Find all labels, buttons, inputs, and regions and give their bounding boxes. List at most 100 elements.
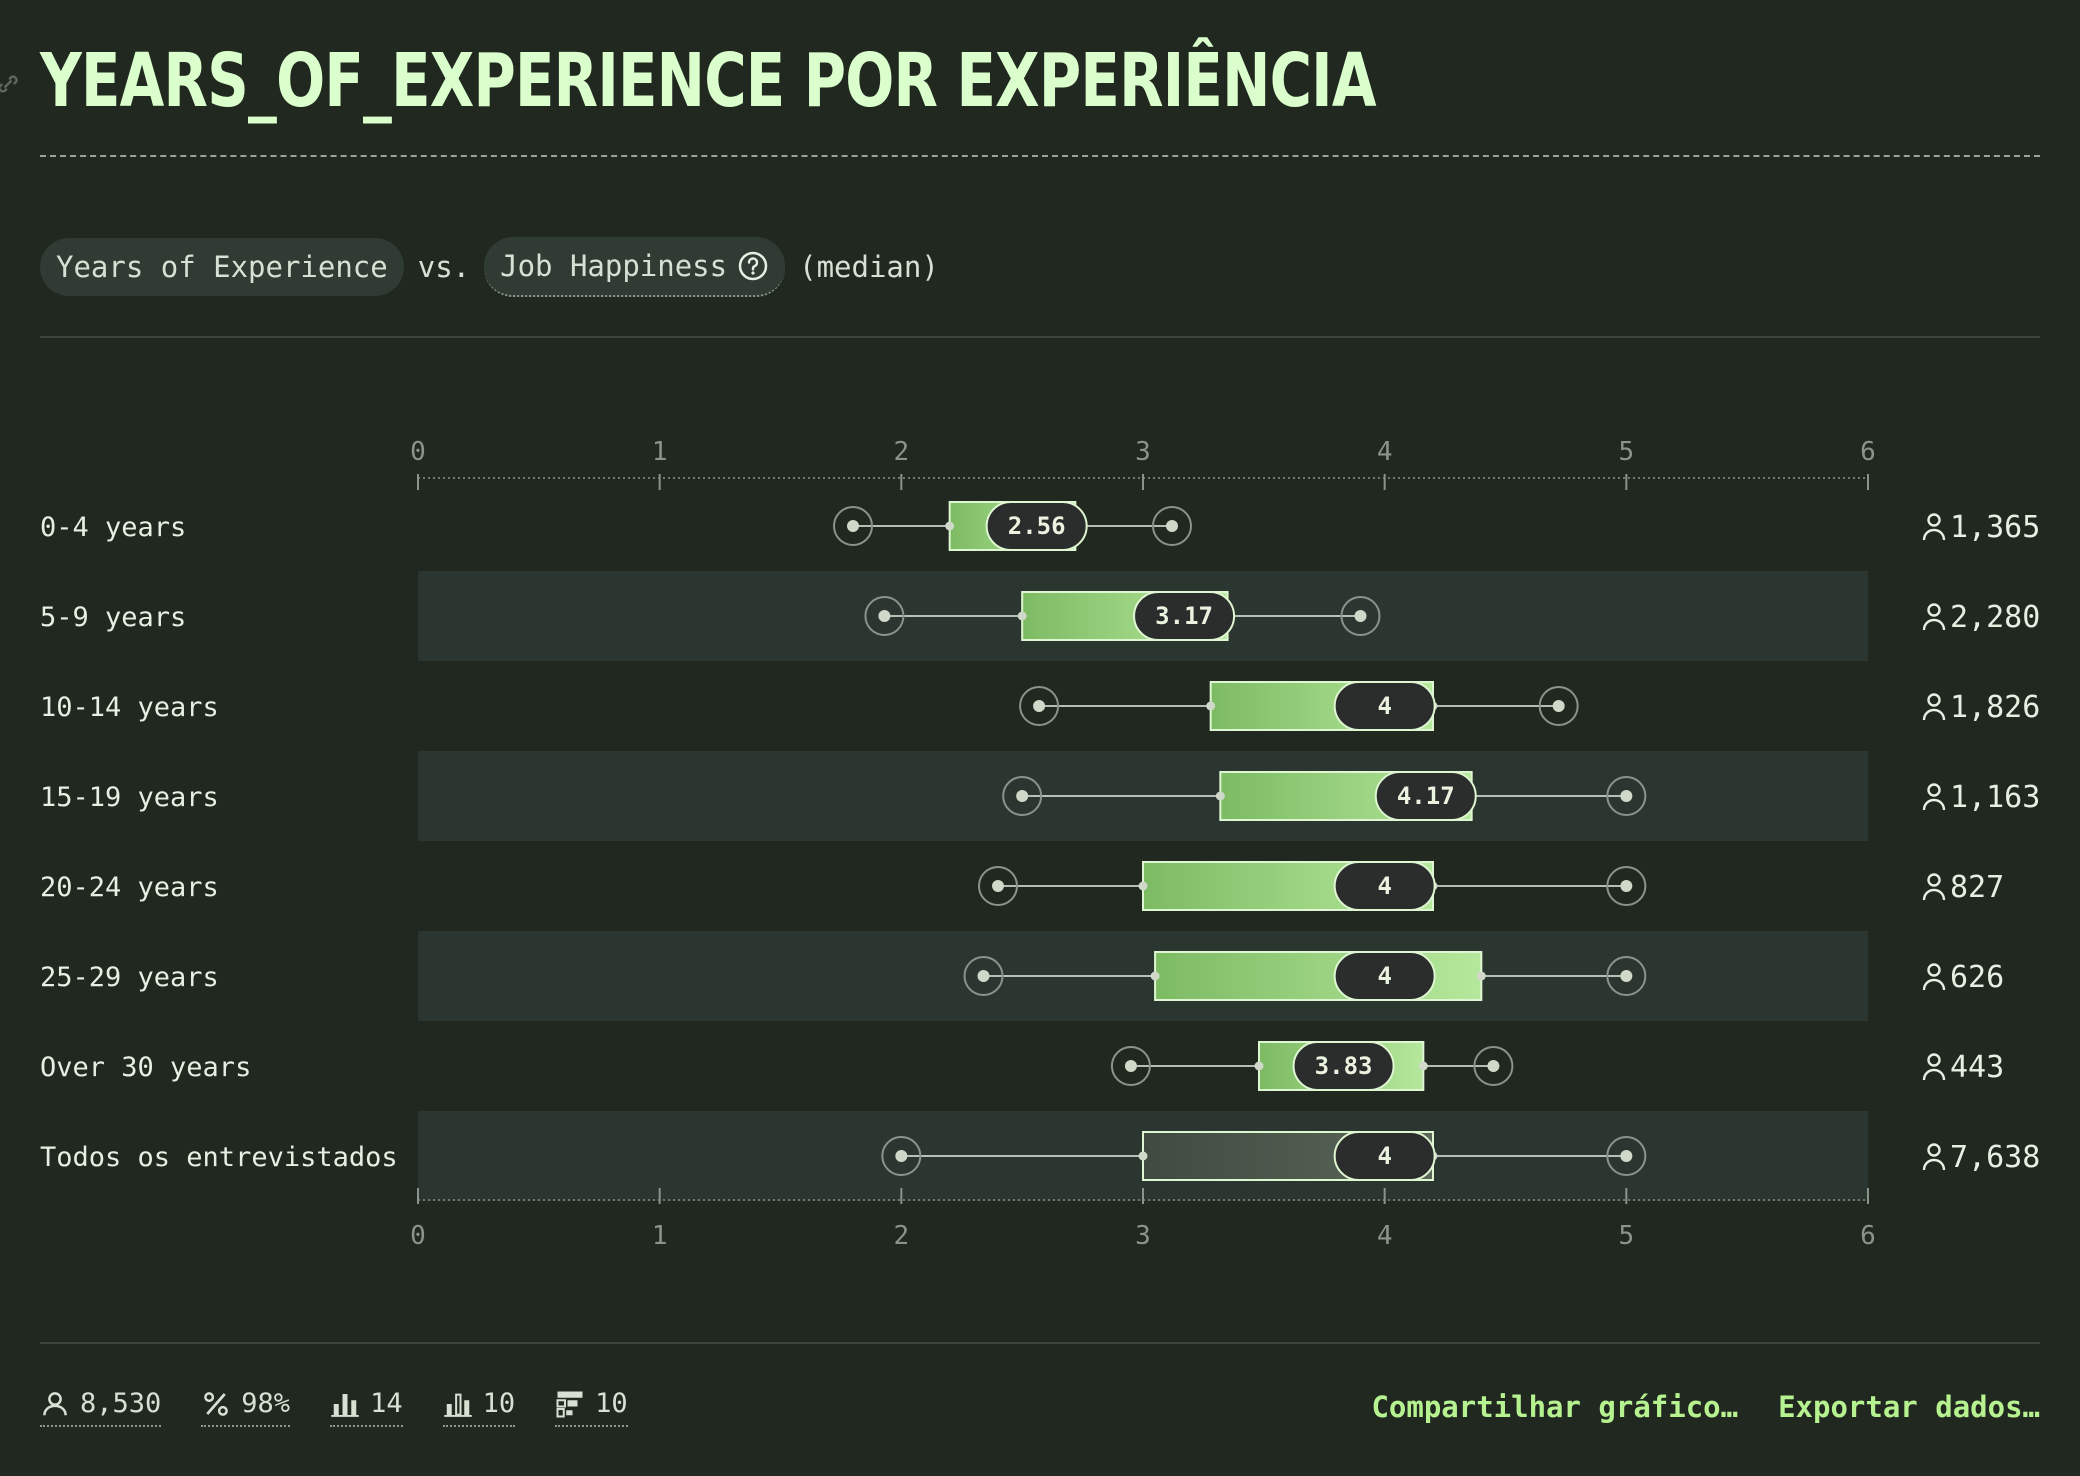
- person-icon: [1922, 1053, 1946, 1081]
- person-icon-body: [1922, 708, 1946, 721]
- person-icon-head: [1927, 693, 1941, 707]
- x-axis-tick-label: 0: [410, 1221, 426, 1251]
- person-icon: [1922, 1143, 1946, 1171]
- whisker-end-dot: [977, 970, 990, 982]
- median-value-label: 4.17: [1397, 782, 1455, 810]
- row-label: 0-4 years: [40, 512, 186, 543]
- respondent-count: 2,280: [1950, 600, 2040, 635]
- person-icon-body: [1922, 1158, 1946, 1171]
- respondent-count: 1,365: [1950, 510, 2040, 545]
- x-axis-tick-label: 3: [1135, 437, 1151, 467]
- person-icon-head: [1927, 513, 1941, 527]
- filter-stat[interactable]: 10: [555, 1388, 628, 1427]
- person-icon: [1922, 513, 1946, 541]
- whisker-end-dot: [1620, 880, 1633, 892]
- respondent-count: 443: [1950, 1050, 2004, 1085]
- whisker-end-dot: [1552, 700, 1565, 712]
- row-label: 5-9 years: [40, 602, 186, 633]
- whisker-end-dot: [1016, 790, 1029, 802]
- percent-icon: [204, 1391, 229, 1416]
- median-value-label: 2.56: [1008, 512, 1066, 540]
- filter-value: 10: [595, 1388, 628, 1419]
- row-label: 20-24 years: [40, 872, 219, 903]
- x-axis-tick-label: 6: [1860, 1221, 1876, 1251]
- respondent-count: 827: [1950, 870, 2004, 905]
- quartile-dot: [1215, 791, 1225, 801]
- bar-count-value: 14: [370, 1388, 403, 1419]
- person-icon-head: [1927, 963, 1941, 977]
- x-axis-tick-label: 4: [1377, 1221, 1393, 1251]
- box-row: 0-4 years 2.56 1,365: [40, 501, 2040, 551]
- bar-count-stat[interactable]: 14: [330, 1388, 403, 1427]
- outline-bar-count-stat[interactable]: 10: [442, 1388, 516, 1427]
- quartile-dot: [1150, 971, 1160, 981]
- person-icon-body: [1922, 528, 1946, 541]
- whisker-end-dot: [1487, 1060, 1500, 1072]
- x-axis-tick-label: 5: [1619, 1221, 1635, 1251]
- x-axis-tick-label: 1: [652, 437, 668, 467]
- person-icon: [1922, 603, 1946, 631]
- whisker-end-dot: [1124, 1060, 1137, 1072]
- quartile-dot: [1138, 1151, 1148, 1161]
- quartile-dot: [1138, 881, 1148, 891]
- box-row: 20-24 years 4 827: [40, 861, 2004, 911]
- x-axis-tick-label: 2: [894, 437, 910, 467]
- percent-value: 98%: [241, 1388, 291, 1419]
- bar-chart-outline-icon: [443, 1393, 472, 1417]
- person-icon-body: [1922, 618, 1946, 631]
- quartile-dot: [1418, 1061, 1428, 1071]
- person-icon: [1922, 873, 1946, 901]
- person-icon-body: [1922, 978, 1946, 991]
- whisker-end-dot: [1033, 700, 1046, 712]
- respondent-count: 7,638: [1950, 1140, 2040, 1175]
- row-label: 25-29 years: [40, 962, 219, 993]
- person-icon: [1922, 783, 1946, 811]
- x-axis-tick-label: 2: [894, 1221, 910, 1251]
- export-data-link[interactable]: Exportar dados…: [1778, 1390, 2040, 1424]
- person-icon-head: [1927, 603, 1941, 617]
- person-icon-body: [1922, 798, 1946, 811]
- respondent-count: 1,163: [1950, 780, 2040, 815]
- person-icon-body: [1922, 888, 1946, 901]
- row-label: Todos os entrevistados: [40, 1142, 398, 1173]
- whisker-end-dot: [992, 880, 1004, 892]
- person-icon: [1922, 963, 1946, 991]
- x-axis-tick-label: 3: [1135, 1221, 1151, 1251]
- footer-actions: Compartilhar gráfico… Exportar dados…: [1331, 1390, 2040, 1424]
- row-label: Over 30 years: [40, 1052, 251, 1083]
- whisker-end-dot: [1166, 520, 1178, 532]
- person-icon: [43, 1391, 67, 1415]
- x-axis-tick-label: 5: [1619, 437, 1635, 467]
- median-value-label: 4: [1377, 692, 1391, 720]
- boxplot-chart: 0 1 2 3 4 5 6 0 1 2 3 4 5 6 0-4 years 2.56 1,365 5-9 yea…: [40, 437, 2040, 1251]
- stats-bar: 8,530 98% 14 10 10: [40, 1388, 668, 1427]
- x-axis-tick-label: 0: [410, 437, 426, 467]
- respondents-stat[interactable]: 8,530: [40, 1388, 162, 1427]
- whisker-end-dot: [1354, 610, 1367, 622]
- quartile-dot: [1206, 701, 1216, 711]
- filter-icon: [556, 1391, 583, 1417]
- person-icon-head: [1927, 1053, 1941, 1067]
- median-value-label: 4: [1377, 962, 1391, 990]
- share-chart-link[interactable]: Compartilhar gráfico…: [1371, 1390, 1738, 1424]
- respondent-count: 626: [1950, 960, 2004, 995]
- quartile-dot: [1476, 971, 1486, 981]
- quartile-dot: [945, 521, 955, 531]
- person-icon-body: [1922, 1068, 1946, 1081]
- x-axis-tick-label: 6: [1860, 437, 1876, 467]
- whisker-end-dot: [847, 520, 859, 532]
- outline-bar-count-value: 10: [482, 1388, 516, 1419]
- percent-stat[interactable]: 98%: [201, 1388, 291, 1427]
- quartile-dot: [1254, 1061, 1264, 1071]
- respondents-value: 8,530: [80, 1388, 162, 1419]
- x-axis-tick-label: 4: [1377, 437, 1393, 467]
- whisker-end-dot: [1620, 1150, 1633, 1162]
- median-value-label: 4: [1377, 872, 1391, 900]
- person-icon-head: [1927, 873, 1941, 887]
- person-icon: [1922, 693, 1946, 721]
- whisker-end-dot: [878, 610, 891, 622]
- median-value-label: 4: [1377, 1142, 1391, 1170]
- whisker-end-dot: [1620, 790, 1633, 802]
- whisker-end-dot: [1620, 970, 1633, 982]
- footer-divider: [40, 1342, 2040, 1344]
